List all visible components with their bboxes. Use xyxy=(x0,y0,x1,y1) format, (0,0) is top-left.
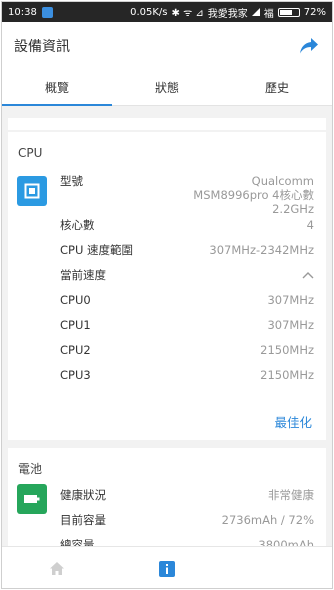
cpu-cores-value: 4 xyxy=(306,218,314,232)
cpu-core-label: CPU3 xyxy=(60,368,91,382)
share-icon xyxy=(300,38,318,54)
tab-bar: 概覽 狀態 歷史 xyxy=(2,70,332,106)
battery-fill xyxy=(279,9,293,15)
battery-capacity-row: 目前容量 2736mAh / 72% xyxy=(60,511,314,529)
cpu-current-speed-row[interactable]: 當前速度 xyxy=(60,266,314,284)
network-speed: 0.05K/s xyxy=(130,6,168,18)
cpu-model-value: Qualcomm MSM8996pro 4核心數 2.2GHz xyxy=(164,174,314,216)
optimize-button[interactable]: 最佳化 xyxy=(274,412,312,431)
battery-icon xyxy=(277,7,300,17)
status-time: 10:38 xyxy=(8,6,37,18)
cpu-chip-icon xyxy=(17,176,47,206)
tab-status-label: 狀態 xyxy=(154,81,179,95)
cpu-range-label: CPU 速度範圍 xyxy=(60,243,134,257)
cpu-cores-row: 核心數 4 xyxy=(60,216,314,234)
previous-card-bottom xyxy=(8,118,326,130)
carrier-name-2: 福 xyxy=(263,8,274,20)
cpu-core-row: CPU3 2150MHz xyxy=(60,366,314,384)
cpu-core-value: 2150MHz xyxy=(260,343,314,357)
status-right: 0.05K/s ✱ ᯤ ⊿ 我愛我家 福 72% xyxy=(130,5,326,20)
cpu-model-value-line: Qualcomm xyxy=(251,174,314,188)
cpu-model-label: 型號 xyxy=(60,174,83,188)
cpu-section-title: CPU xyxy=(18,146,43,160)
signal-icon xyxy=(251,8,260,16)
cpu-range-value: 307MHz-2342MHz xyxy=(209,243,314,257)
cpu-core-value: 307MHz xyxy=(267,293,314,307)
cpu-core-row: CPU1 307MHz xyxy=(60,316,314,334)
cpu-core-value: 2150MHz xyxy=(260,368,314,382)
app-notification-icon xyxy=(41,6,53,18)
tab-history[interactable]: 歷史 xyxy=(222,70,332,105)
battery-health-label: 健康狀況 xyxy=(60,488,106,502)
chevron-up-icon[interactable] xyxy=(302,268,314,282)
cpu-core-row: CPU0 307MHz xyxy=(60,291,314,309)
battery-capacity-label: 目前容量 xyxy=(60,513,106,527)
tab-status[interactable]: 狀態 xyxy=(112,70,222,105)
battery-capacity-value: 2736mAh / 72% xyxy=(221,513,314,527)
battery-health-row: 健康狀況 非常健康 xyxy=(60,486,314,504)
share-button[interactable] xyxy=(298,35,320,57)
connectivity-icons: ✱ ᯤ ⊿ xyxy=(171,8,204,19)
battery-chip-icon xyxy=(17,484,47,514)
nav-home[interactable] xyxy=(2,547,112,588)
battery-section-title: 電池 xyxy=(18,462,43,476)
page-title: 設備資訊 xyxy=(14,39,70,55)
cpu-current-speed-label: 當前速度 xyxy=(60,268,106,282)
tab-history-label: 歷史 xyxy=(264,81,289,95)
tab-overview[interactable]: 概覽 xyxy=(2,70,112,106)
cpu-model-value-line: MSM8996pro 4核心數 xyxy=(193,188,314,202)
app-bar: 設備資訊 xyxy=(2,22,332,70)
cpu-core-label: CPU0 xyxy=(60,293,91,307)
cpu-core-label: CPU2 xyxy=(60,343,91,357)
info-icon xyxy=(159,560,175,577)
status-bar: 10:38 0.05K/s ✱ ᯤ ⊿ 我愛我家 福 72% xyxy=(2,2,332,22)
phone-screen: 10:38 0.05K/s ✱ ᯤ ⊿ 我愛我家 福 72% 設備資訊 概覽 狀… xyxy=(1,1,333,589)
battery-health-value: 非常健康 xyxy=(268,488,314,502)
cpu-card: CPU 型號 Qualcomm MSM8996pro 4核心數 2.2GHz 核… xyxy=(8,132,326,440)
cpu-core-row: CPU2 2150MHz xyxy=(60,341,314,359)
cpu-cores-label: 核心數 xyxy=(60,218,95,232)
cpu-core-label: CPU1 xyxy=(60,318,91,332)
battery-card: 電池 健康狀況 非常健康 目前容量 2736mAh / 72% 總容量 3800… xyxy=(8,448,326,558)
carrier-name: 我愛我家 xyxy=(207,8,248,20)
nav-info[interactable] xyxy=(112,547,222,588)
nav-empty-slot xyxy=(222,547,332,588)
cpu-model-value-line: 2.2GHz xyxy=(272,202,314,216)
tab-overview-label: 概覽 xyxy=(44,81,69,95)
bottom-navigation xyxy=(2,546,332,588)
home-icon xyxy=(50,562,64,575)
battery-percent: 72% xyxy=(303,6,326,18)
cpu-core-value: 307MHz xyxy=(267,318,314,332)
cpu-range-row: CPU 速度範圍 307MHz-2342MHz xyxy=(60,241,314,259)
